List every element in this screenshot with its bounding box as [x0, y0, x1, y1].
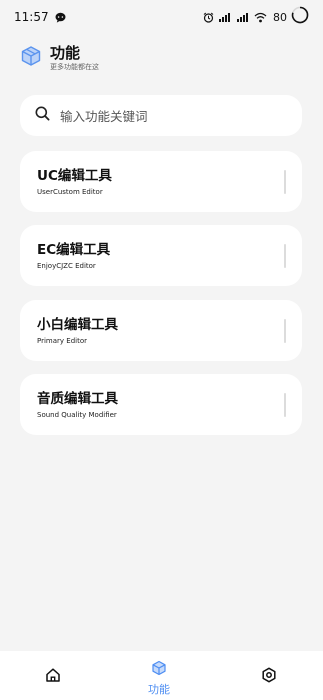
card-divider: [284, 393, 286, 417]
signal-icon-2: [236, 8, 250, 27]
gear-icon: [261, 667, 277, 687]
tool-card-title: EC编辑工具: [37, 242, 111, 258]
tool-card-uc-editor[interactable]: UC编辑工具 UserCustom Editor: [20, 151, 302, 212]
search-icon: [35, 106, 50, 125]
nav-functions-label: 功能: [148, 683, 170, 696]
page-title: 功能: [50, 44, 81, 62]
nav-functions[interactable]: 功能: [148, 660, 170, 697]
nav-settings[interactable]: [261, 667, 277, 687]
tool-card-title: 小白编辑工具: [37, 317, 118, 333]
bottom-nav: 功能: [0, 651, 323, 700]
tool-card-title: 音质编辑工具: [37, 391, 118, 407]
page-subtitle: 更多功能都在这: [50, 63, 99, 71]
wifi-icon: [254, 8, 267, 27]
status-bar: 11:57 80: [0, 0, 323, 34]
status-time: 11:57: [14, 10, 49, 24]
tool-card-primary-editor[interactable]: 小白编辑工具 Primary Editor: [20, 300, 302, 361]
alarm-icon: [203, 8, 214, 27]
tool-card-title: UC编辑工具: [37, 168, 112, 184]
nav-home[interactable]: [45, 667, 61, 687]
tool-card-ec-editor[interactable]: EC编辑工具 EnjoyCJZC Editor: [20, 225, 302, 286]
home-icon: [45, 667, 61, 687]
tool-card-subtitle: Sound Quality Modifier: [37, 411, 117, 419]
status-right: 80: [203, 6, 309, 28]
page-header: 功能 更多功能都在这: [20, 44, 99, 72]
battery-ring-icon: [291, 6, 309, 28]
header-titles: 功能 更多功能都在这: [50, 44, 99, 72]
card-divider: [284, 244, 286, 268]
chat-notification-icon: [55, 8, 66, 27]
battery-level: 80: [273, 10, 287, 24]
status-left: 11:57: [14, 8, 66, 27]
search-placeholder: 输入功能关键词: [60, 109, 148, 124]
card-divider: [284, 319, 286, 343]
tool-card-subtitle: UserCustom Editor: [37, 188, 103, 196]
card-divider: [284, 170, 286, 194]
tool-card-subtitle: EnjoyCJZC Editor: [37, 262, 96, 270]
search-input[interactable]: 输入功能关键词: [20, 95, 302, 136]
tool-card-sound-quality[interactable]: 音质编辑工具 Sound Quality Modifier: [20, 374, 302, 435]
cube-icon: [151, 660, 167, 680]
signal-icon-1: [218, 8, 232, 27]
cube-icon: [20, 45, 42, 71]
tool-card-subtitle: Primary Editor: [37, 337, 87, 345]
